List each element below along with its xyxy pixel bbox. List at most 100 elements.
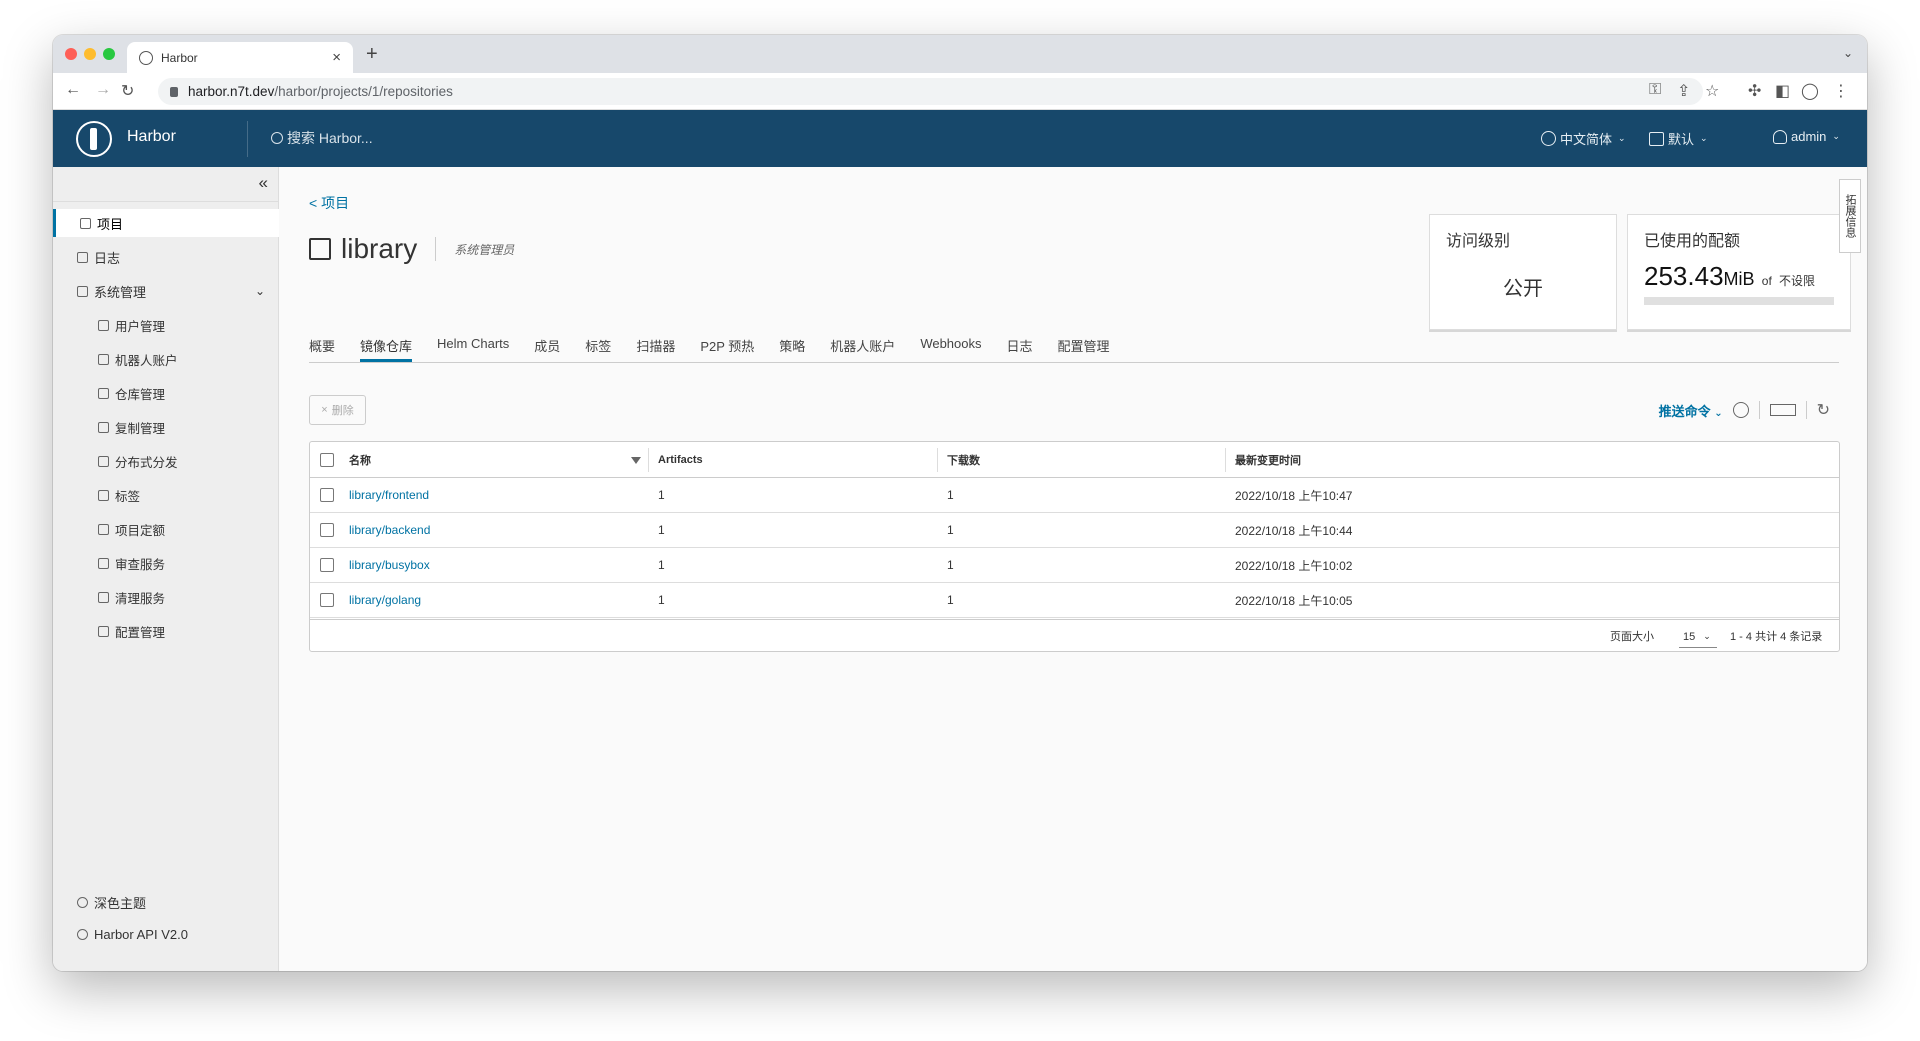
back-to-projects-link[interactable]: < 项目 [309,193,349,213]
toolbar-divider [1805,401,1807,419]
sidebar-item-administration[interactable]: 系统管理 ⌄ [53,277,279,305]
global-search-input[interactable]: 搜索 Harbor... [271,128,373,148]
sidebar-item-users[interactable]: 用户管理 [53,311,279,339]
forward-arrow-icon[interactable]: → [95,81,111,99]
page-size-select[interactable]: 15 ⌄ [1679,626,1717,648]
tab-labels[interactable]: 标签 [585,333,611,362]
tab-policy[interactable]: 策略 [779,333,805,362]
delete-button[interactable]: × 删除 [309,395,366,425]
sidebar-item-label: 仓库管理 [115,387,166,402]
tab-configuration[interactable]: 配置管理 [1058,333,1110,362]
filter-icon[interactable] [631,457,641,464]
quota-limit: 不设限 [1779,274,1816,288]
tab-logs[interactable]: 日志 [1007,333,1033,362]
sidebar-item-logs[interactable]: 日志 [53,243,279,271]
user-menu[interactable]: admin ⌄ [1773,129,1840,144]
artifacts-count: 1 [658,558,665,572]
minimize-window-button[interactable] [84,48,96,60]
tab-helm-charts[interactable]: Helm Charts [437,333,509,362]
extensions-icon[interactable]: ✣ [1748,81,1761,101]
users-icon [98,319,109,331]
collapse-sidebar-icon[interactable]: « [259,173,268,193]
back-arrow-icon[interactable]: ← [65,81,81,99]
column-header-pulls[interactable]: 下载数 [947,442,980,477]
page-size-label: 页面大小 [1610,631,1654,643]
refresh-icon[interactable]: ↻ [1817,400,1830,420]
sidebar-item-label: 复制管理 [115,421,166,436]
side-panel-icon[interactable]: ◧ [1775,81,1790,101]
tab-p2p-preheat[interactable]: P2P 预热 [700,333,754,362]
search-icon[interactable] [1732,402,1749,418]
sidebar-item-replications[interactable]: 复制管理 [53,413,279,441]
select-all-checkbox[interactable] [320,442,334,477]
tab-scanner[interactable]: 扫描器 [636,333,675,362]
repository-link[interactable]: library/frontend [349,478,429,512]
sidebar-item-interrogation-services[interactable]: 审查服务 [53,549,279,577]
tag-icon [98,489,109,501]
api-icon [77,929,88,940]
repository-link[interactable]: library/backend [349,513,430,547]
sidebar-item-labels[interactable]: 标签 [53,481,279,509]
pull-count: 1 [947,593,954,607]
column-header-artifacts[interactable]: Artifacts [658,442,703,477]
tab-search-icon[interactable]: ⌄ [1843,46,1853,60]
registry-icon [98,387,109,399]
row-checkbox[interactable] [320,593,334,607]
sidebar-item-distribution[interactable]: 分布式分发 [53,447,279,475]
last-modified: 2022/10/18 上午10:44 [1235,523,1353,538]
brand-name[interactable]: Harbor [127,128,176,146]
tab-robot-accounts[interactable]: 机器人账户 [830,333,895,362]
reload-icon[interactable]: ↻ [121,81,134,101]
row-checkbox[interactable] [320,488,334,502]
sidebar-item-robot-accounts[interactable]: 机器人账户 [53,345,279,373]
tab-summary[interactable]: 概要 [309,333,335,362]
close-tab-icon[interactable]: × [332,49,341,66]
browser-tab[interactable]: Harbor × [127,42,353,73]
sidebar-item-configuration[interactable]: 配置管理 [53,617,279,645]
sidebar-item-registries[interactable]: 仓库管理 [53,379,279,407]
search-icon [271,132,283,144]
sidebar-item-projects[interactable]: 项目 [53,209,279,237]
sidebar-item-label: 标签 [115,489,141,504]
row-checkbox[interactable] [320,523,334,537]
tab-repositories[interactable]: 镜像仓库 [360,333,413,362]
repository-link[interactable]: library/busybox [349,548,430,582]
address-bar: ← → ↻ harbor.n7t.dev /harbor/projects/1/… [53,73,1867,110]
checkbox[interactable] [320,452,334,467]
tab-members[interactable]: 成员 [534,333,560,362]
main-content: < 项目 library 系统管理员 访问级别 公开 已使用的配额 253.43… [280,167,1867,971]
maximize-window-button[interactable] [103,48,115,60]
harbor-logo-icon[interactable] [76,121,112,157]
bookmark-star-icon[interactable]: ☆ [1705,81,1719,101]
profile-avatar-icon[interactable]: ◯ [1801,81,1819,101]
browser-menu-icon[interactable]: ⋮ [1833,81,1849,101]
globe-icon [1541,131,1556,146]
search-placeholder: 搜索 Harbor... [287,130,373,146]
dark-theme-toggle[interactable]: 深色主题 [77,893,146,912]
view-toggle-icon[interactable] [1769,404,1796,416]
repository-link[interactable]: library/golang [349,583,421,617]
new-tab-icon[interactable]: + [366,43,378,66]
sidebar-item-clean-up[interactable]: 清理服务 [53,583,279,611]
row-checkbox[interactable] [320,558,334,572]
pull-count: 1 [947,523,954,537]
push-command-dropdown[interactable]: 推送命令 ⌄ [1659,401,1723,420]
close-window-button[interactable] [65,48,77,60]
language-selector[interactable]: 中文简体 ⌄ [1541,129,1626,148]
harbor-api-link[interactable]: Harbor API V2.0 [77,927,188,942]
key-icon[interactable]: ⚿ [1649,81,1661,99]
project-tabs: 概要 镜像仓库 Helm Charts 成员 标签 扫描器 P2P 预热 策略 … [309,333,1839,363]
column-header-name[interactable]: 名称 [349,442,371,477]
push-command-label: 推送命令 [1658,403,1711,419]
datetime-format-selector[interactable]: 默认 ⌄ [1649,129,1708,148]
share-icon[interactable]: ⇪ [1677,81,1690,101]
extended-info-tab[interactable]: 拓展信息 [1839,179,1861,253]
project-icon [309,238,331,260]
tab-webhooks[interactable]: Webhooks [920,333,981,362]
sidebar-item-project-quotas[interactable]: 项目定额 [53,515,279,543]
column-header-last-modified[interactable]: 最新变更时间 [1235,442,1301,477]
quota-used-value: 253.43 [1644,261,1724,291]
url-input[interactable]: harbor.n7t.dev /harbor/projects/1/reposi… [158,78,1703,105]
quota-icon [98,523,109,535]
project-title: library 系统管理员 [309,233,514,265]
